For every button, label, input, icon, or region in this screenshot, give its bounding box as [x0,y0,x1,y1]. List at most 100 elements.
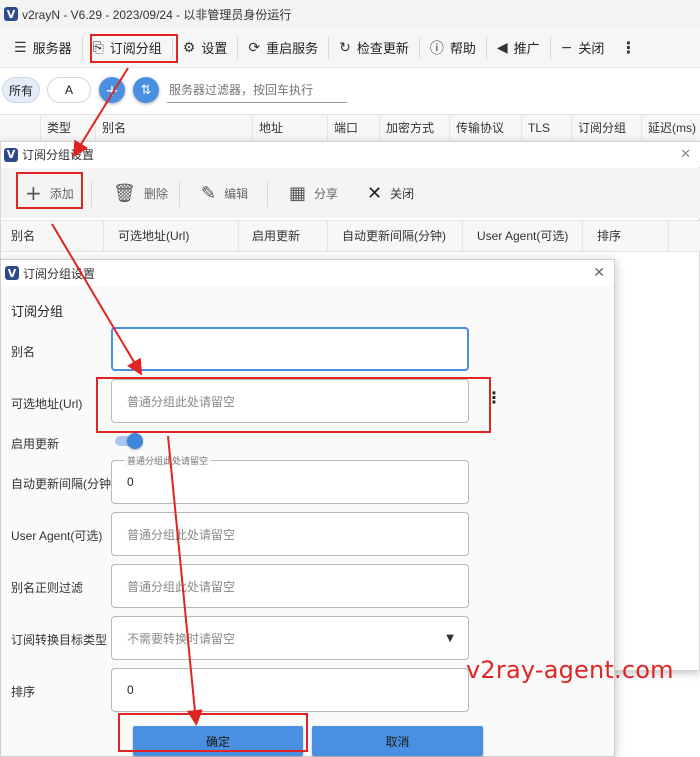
tab-all[interactable]: 所有 [2,77,40,103]
alias-filter-label: 别名正则过滤 [11,581,84,595]
more-vertical-icon[interactable]: ⋮ [486,388,502,407]
restart-service-button[interactable]: ⟳ 重启服务 [240,32,326,64]
user-agent-label: User Agent(可选) [11,529,103,543]
subscription-icon: ⎘ [92,39,104,56]
toolbar-divider [81,36,83,59]
interval-hint: 普通分组此处请留空 [124,454,212,467]
settings-button[interactable]: ⚙ 设置 [175,32,236,64]
toolbar-divider [237,36,239,59]
interval-label: 自动更新间隔(分钟) [11,477,115,491]
column-header[interactable]: 传输协议 [449,115,521,141]
edit-button[interactable]: ✎ 编辑 [201,168,248,218]
column-header[interactable]: 自动更新间隔(分钟) [327,221,462,251]
share-button[interactable]: ▦ 分享 [289,168,338,218]
column-header[interactable]: TLS [521,115,571,141]
user-agent-input[interactable]: 普通分组此处请留空 [111,512,469,556]
check-update-button[interactable]: ↻ 检查更新 [331,32,417,64]
server-filter-input[interactable] [167,77,347,103]
confirm-button[interactable]: 确定 [133,726,303,756]
column-header[interactable]: 类型 [40,115,95,141]
filter-bar: 所有 A + ⇅ [0,70,700,110]
promotion-button[interactable]: ◀ 推广 [489,32,548,64]
enable-update-label: 启用更新 [11,437,60,451]
interval-value: 0 [127,475,134,489]
toolbar-divider [91,181,92,207]
column-header[interactable]: 启用更新 [238,221,327,251]
v2rayn-logo-icon: V [5,266,19,280]
column-header[interactable]: 别名 [95,115,252,141]
toolbar-divider [418,36,420,59]
subscription-group-button[interactable]: ⎘ 订阅分组 [85,32,170,64]
pencil-icon: ✎ [201,182,217,204]
sort-label: 排序 [11,685,36,699]
update-icon: ↻ [339,39,351,56]
main-toolbar: ☰ 服务器 ⎘ 订阅分组 ⚙ 设置 ⟳ 重启服务 ↻ 检查更新 ⓘ 帮助 ◀ 推… [0,28,700,68]
qr-code-icon: ▦ [289,182,307,204]
plus-icon: + [25,181,42,205]
minus-icon: − [560,39,573,56]
convert-target-placeholder: 不需要转换时请留空 [127,631,236,646]
delete-button[interactable]: 🗑 删除 [113,168,168,218]
toolbar-divider [549,36,551,59]
toolbar-divider [179,181,180,207]
add-button[interactable]: + 添加 [25,168,74,218]
toolbar-divider [171,36,173,59]
convert-target-select[interactable]: 不需要转换时请留空 ▼ [111,616,469,660]
close-icon[interactable]: ✕ [593,265,605,281]
alias-filter-input[interactable]: 普通分组此处请留空 [111,564,469,608]
help-icon: ⓘ [429,40,444,57]
column-header[interactable]: 地址 [252,115,327,141]
more-vertical-icon: ⋮ [620,38,637,57]
alias-input[interactable] [111,327,469,371]
toolbar-divider [485,36,487,59]
v2rayn-logo-icon: V [4,147,18,162]
toolbar-divider [267,181,268,207]
column-header[interactable]: User Agent(可选) [462,221,582,251]
dialog-title: 订阅分组设置 [23,266,96,281]
add-group-button[interactable]: + [99,77,125,103]
refresh-icon: ⟳ [248,39,261,56]
speaker-icon: ◀ [496,39,508,56]
close-dialog-button[interactable]: ✕ 关闭 [367,168,414,218]
dialog-toolbar: + 添加 🗑 删除 ✎ 编辑 ▦ 分享 ✕ 关闭 [1,168,700,218]
main-window-title: v2rayN - V6.29 - 2023/09/24 - 以非管理员身份运行 [22,7,292,22]
enable-update-toggle[interactable] [115,433,143,449]
column-header[interactable]: 订阅分组 [571,115,641,141]
url-input[interactable]: 普通分组此处请留空 [111,379,469,423]
convert-target-label: 订阅转换目标类型 [11,633,108,647]
close-icon: ✕ [367,182,383,204]
dialog-titlebar: V 订阅分组设置 ✕ [1,260,614,286]
close-icon[interactable]: ✕ [680,147,691,162]
subscription-table-header: 别名 可选地址(Url) 启用更新 自动更新间隔(分钟) User Agent(… [1,220,700,252]
toggle-track [115,433,143,449]
v2rayn-logo-icon: V [4,7,18,21]
column-header[interactable]: 加密方式 [379,115,449,141]
main-window-titlebar: V v2rayN - V6.29 - 2023/09/24 - 以非管理员身份运… [0,0,700,28]
more-options-button[interactable]: ⋮ [612,32,650,64]
servers-menu-button[interactable]: ☰ 服务器 [6,32,80,64]
sort-icon[interactable]: ⇅ [133,77,159,103]
interval-input[interactable]: 普通分组此处请留空 0 [111,454,469,504]
column-header[interactable]: 延迟(ms) [641,115,700,141]
dialog-title: 订阅分组设置 [22,148,95,162]
server-table-header: 类型 别名 地址 端口 加密方式 传输协议 TLS 订阅分组 延迟(ms) [0,114,700,142]
tab-a[interactable]: A [47,77,91,103]
column-header[interactable]: 可选地址(Url) [103,221,238,251]
column-header[interactable]: 端口 [327,115,379,141]
section-title: 订阅分组 [11,304,64,319]
sort-input[interactable]: 0 [111,668,469,712]
column-header[interactable]: 排序 [582,221,668,251]
chevron-down-icon: ▼ [446,633,454,644]
menu-icon: ☰ [14,39,27,56]
column-header [668,221,699,251]
cancel-button[interactable]: 取消 [312,726,483,756]
toolbar-divider [328,36,330,59]
dialog-titlebar: V 订阅分组设置 ✕ [1,142,700,167]
watermark-text: v2ray-agent.com [466,656,674,684]
help-button[interactable]: ⓘ 帮助 [422,32,484,64]
close-button[interactable]: − 关闭 [553,32,613,64]
alias-label: 别名 [11,345,36,359]
toggle-knob [127,433,143,449]
trash-icon: 🗑 [113,182,136,204]
column-header[interactable]: 别名 [1,221,103,251]
